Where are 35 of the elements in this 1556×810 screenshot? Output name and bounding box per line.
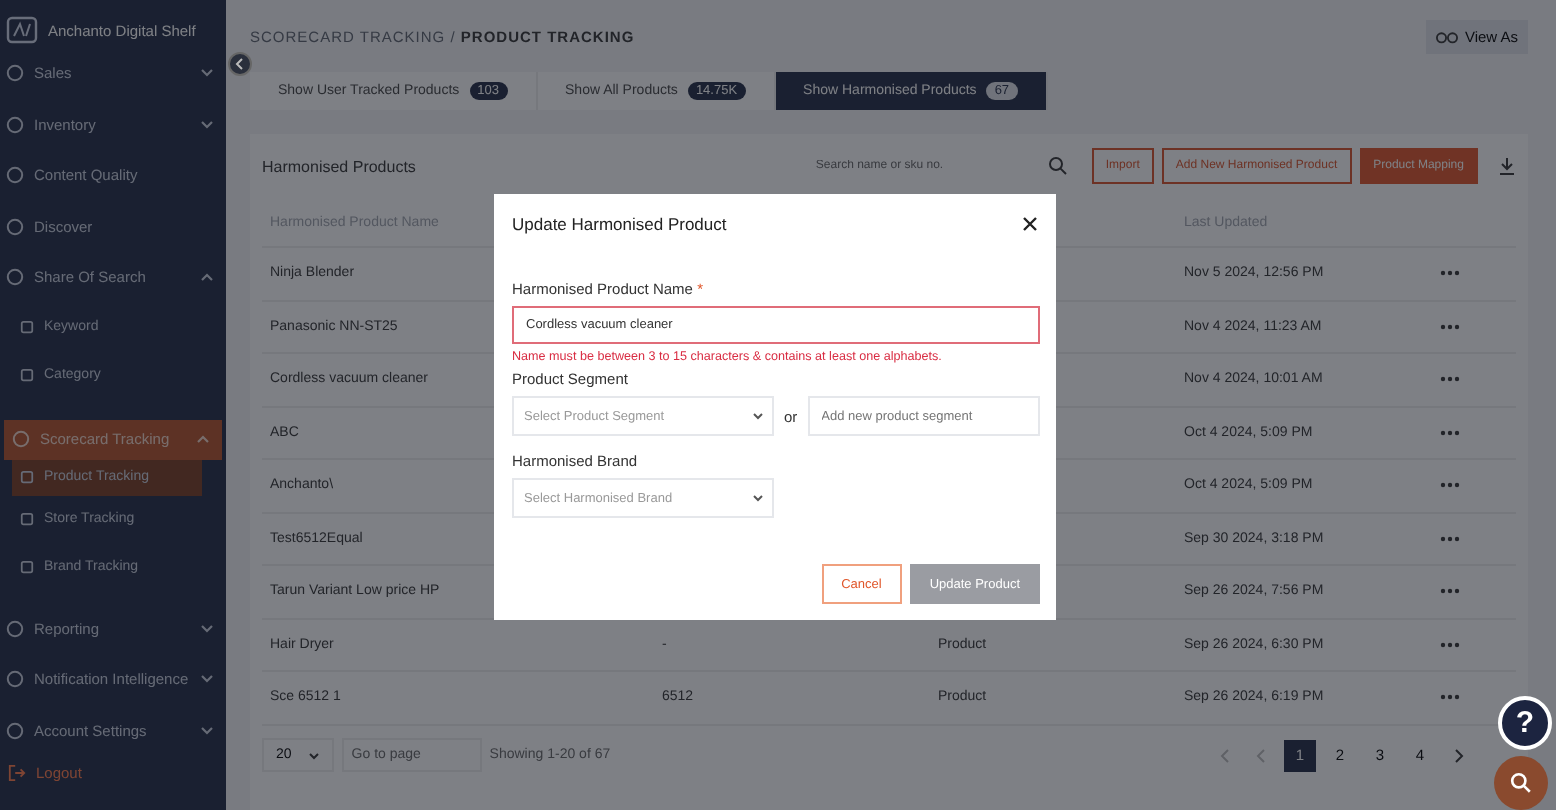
more-icon[interactable]: [1440, 270, 1460, 277]
nav-icon: [6, 721, 24, 740]
nav-icon: [6, 670, 24, 689]
logout-icon: [8, 764, 26, 782]
nav-icon: [6, 115, 24, 134]
close-icon[interactable]: [1022, 216, 1038, 232]
more-icon[interactable]: [1440, 323, 1460, 330]
download-icon[interactable]: [1498, 156, 1516, 176]
nav-icon: [6, 619, 24, 638]
nav-icon: [20, 560, 34, 574]
binoculars-icon: [1436, 28, 1459, 44]
search-icon: [1510, 772, 1532, 794]
chevron-down-icon: [307, 751, 320, 759]
nav-icon: [6, 64, 24, 83]
nav-icon: [6, 166, 24, 185]
section-title: Harmonised Products: [262, 157, 418, 175]
more-icon[interactable]: [1440, 535, 1460, 542]
chevron-down-icon: [752, 494, 764, 502]
more-icon[interactable]: [1440, 482, 1460, 489]
nav-icon: [20, 320, 34, 334]
nav-icon: [20, 368, 34, 382]
logo-icon: [6, 16, 38, 44]
more-icon[interactable]: [1440, 429, 1460, 436]
dialog-title: Update Harmonised Product: [512, 214, 727, 234]
more-icon[interactable]: [1440, 376, 1460, 383]
nav-icon: [20, 470, 34, 484]
nav-icon: [6, 217, 24, 236]
more-icon[interactable]: [1440, 588, 1460, 595]
nav-icon: [20, 512, 34, 526]
more-icon[interactable]: [1440, 641, 1460, 648]
more-icon[interactable]: [1440, 694, 1460, 701]
search-icon: [1047, 156, 1068, 176]
chevron-down-icon: [752, 412, 764, 420]
nav-icon: [6, 268, 24, 287]
nav-icon: [12, 430, 30, 448]
